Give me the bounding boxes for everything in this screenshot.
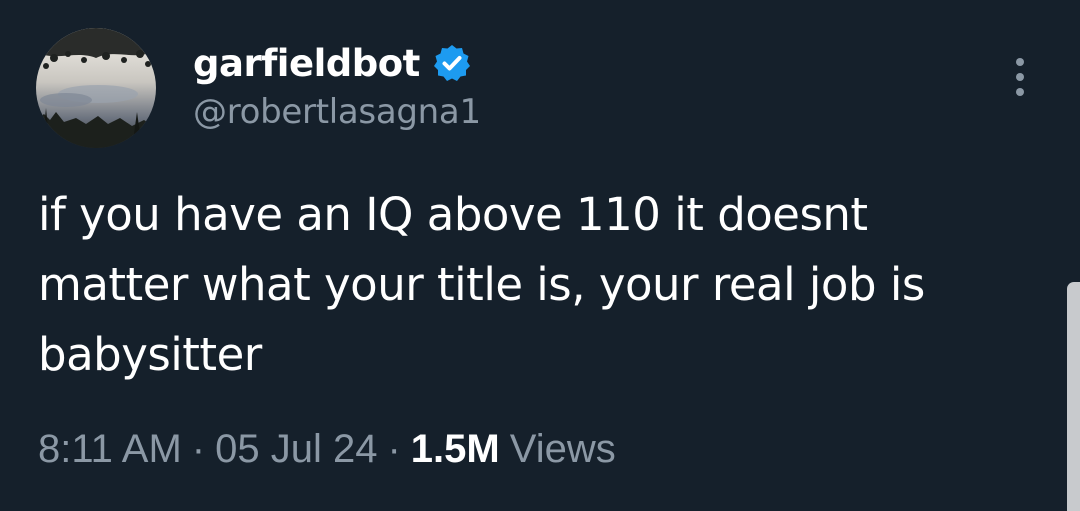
- meta-separator: ·: [191, 426, 206, 471]
- tweet-text-line: babysitter: [38, 328, 262, 381]
- views-label: Views: [509, 426, 616, 471]
- tweet-meta: 8:11 AM · 05 Jul 24 · 1.5M Views: [38, 424, 616, 474]
- more-dot: [1016, 58, 1024, 66]
- avatar-image: [36, 28, 156, 148]
- tweet-text-line: matter what your title is, your real job…: [38, 258, 925, 311]
- tweet-text: if you have an IQ above 110 it doesnt ma…: [38, 180, 1038, 390]
- scrollbar[interactable]: [1067, 282, 1080, 511]
- tweet-text-line: if you have an IQ above 110 it doesnt: [38, 188, 868, 241]
- views-count[interactable]: 1.5M: [411, 427, 500, 472]
- tweet-time[interactable]: 8:11 AM: [38, 427, 182, 472]
- author-handle[interactable]: @robertlasagna1: [193, 92, 481, 132]
- tweet-date[interactable]: 05 Jul 24: [215, 427, 377, 472]
- display-name[interactable]: garfieldbot: [193, 42, 420, 85]
- more-dot: [1016, 73, 1024, 81]
- more-vertical-icon[interactable]: [1002, 52, 1038, 102]
- verified-badge-icon[interactable]: [432, 43, 472, 83]
- author-name-row: garfieldbot: [193, 38, 472, 88]
- more-dot: [1016, 88, 1024, 96]
- avatar[interactable]: [36, 28, 156, 148]
- tweet-card: garfieldbot @robertlasagna1 if you have …: [0, 0, 1080, 511]
- meta-separator: ·: [387, 426, 401, 471]
